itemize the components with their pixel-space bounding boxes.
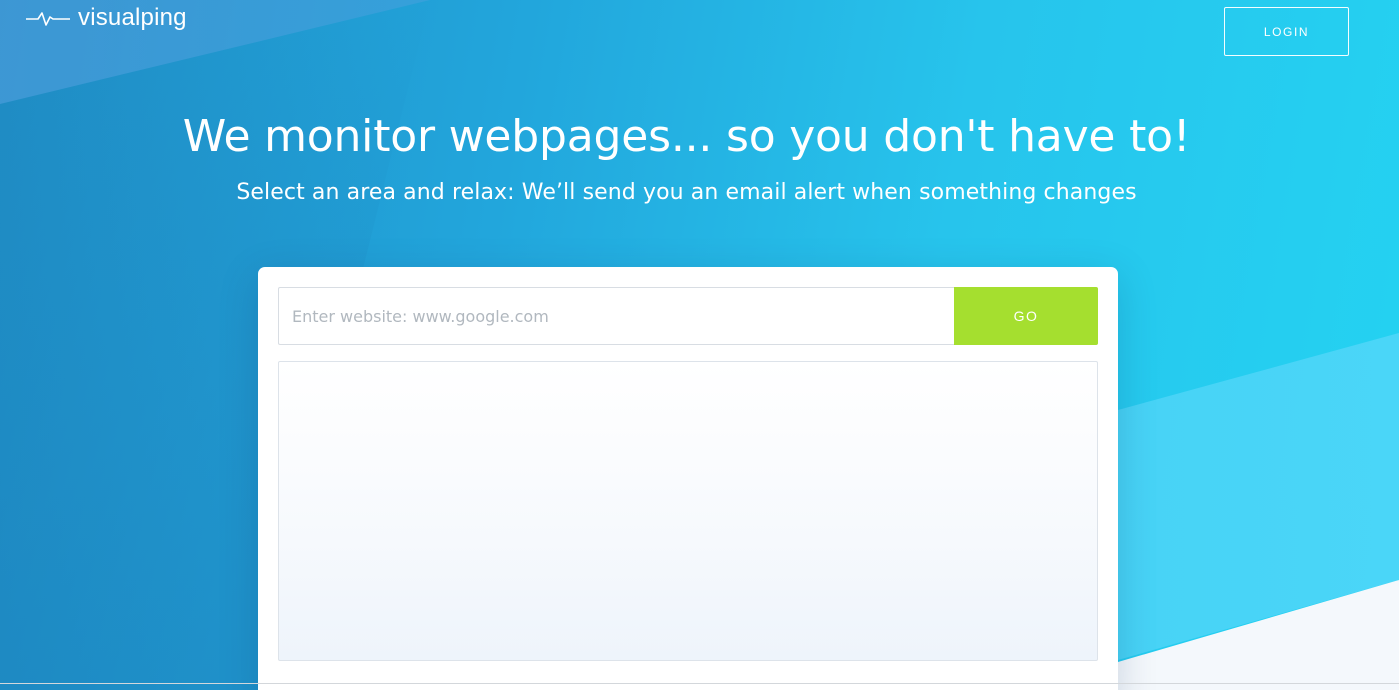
page-title: We monitor webpages... so you don't have…: [182, 111, 1191, 162]
website-preview-area[interactable]: [278, 361, 1098, 661]
url-form: GO: [278, 287, 1098, 345]
page-subtitle: Select an area and relax: We’ll send you…: [236, 180, 1137, 205]
login-button[interactable]: LOGIN: [1224, 7, 1349, 56]
logo-text: visualping: [78, 4, 187, 31]
page: visualping LOGIN We monitor webpages... …: [0, 0, 1399, 690]
bottom-divider: [0, 683, 1399, 684]
logo[interactable]: visualping: [26, 4, 187, 32]
pulse-line-icon: [26, 7, 70, 29]
website-url-input[interactable]: [278, 287, 954, 345]
monitor-card: GO: [258, 267, 1118, 690]
go-button[interactable]: GO: [954, 287, 1098, 345]
